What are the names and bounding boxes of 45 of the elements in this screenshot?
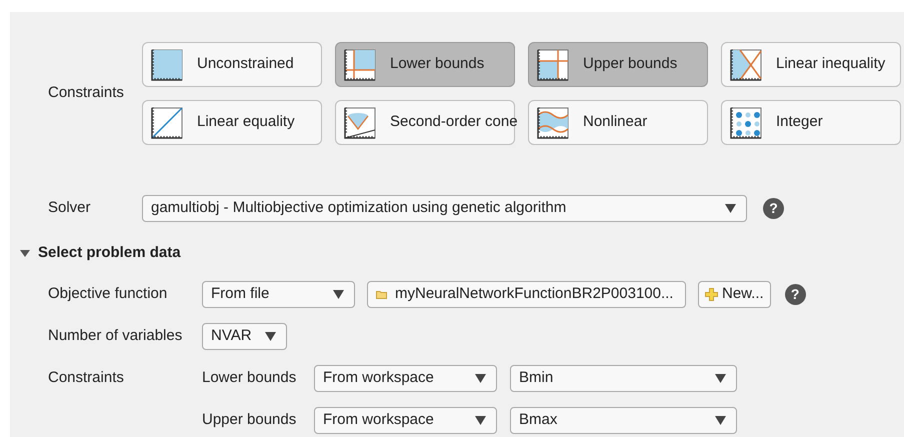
inequality-constraint-icon [730,48,762,80]
caret-icon [475,374,486,382]
cone-constraint-icon [344,106,376,138]
source-dropdown[interactable]: From workspace [314,406,497,434]
source-dropdown[interactable]: From workspace [314,364,497,392]
lower-constraint-icon [344,48,376,80]
source-dropdown[interactable]: From file [202,280,355,308]
help-icon[interactable]: ? [763,198,784,219]
objective-label: Objective function [48,284,168,304]
unconstrained-constraint-icon [151,48,183,80]
expand-icon[interactable] [20,250,30,257]
constraint-button[interactable]: Upper bounds [528,42,708,87]
constraints-label: Constraints [48,368,125,388]
caret-icon [333,290,344,298]
folder-icon [376,290,387,298]
caret-icon [725,204,736,213]
help-icon[interactable]: ? [784,284,806,304]
constraint-button[interactable]: Linear inequality [721,42,901,87]
file-field[interactable]: myNeuralNetworkFunctionBR2P003100... [367,280,686,308]
solver-dropdown[interactable]: gamultiobj - Multiobjective optimization using genetic algorithm [142,195,747,222]
equality-constraint-icon [151,106,183,138]
constraint-button[interactable]: Integer [721,100,901,145]
section-title[interactable]: Select problem data [38,242,181,264]
constraint-button[interactable]: Lower bounds [335,42,515,87]
caret-icon [715,374,726,382]
new-button[interactable]: New... [698,280,771,308]
plus-icon [705,288,718,300]
variable-dropdown[interactable]: Bmax [510,406,737,434]
caret-icon [475,416,486,424]
integer-constraint-icon [730,106,762,138]
upper-constraint-icon [537,48,569,80]
caret-icon [715,416,726,424]
bound-label: Upper bounds [202,410,298,430]
bound-label: Lower bounds [202,368,298,388]
constraint-button[interactable]: Nonlinear [528,100,708,145]
caret-icon [265,332,276,340]
constraints-label: Constraints [48,83,125,104]
constraint-button[interactable]: Second-order cone [335,100,515,145]
variables-dropdown[interactable]: NVAR [202,322,287,350]
solver-label: Solver [48,198,92,218]
nonlinear-constraint-icon [537,106,569,138]
variable-dropdown[interactable]: Bmin [510,364,737,392]
variables-label: Number of variables [48,326,184,346]
constraint-button[interactable]: Linear equality [142,100,322,145]
constraint-button[interactable]: Unconstrained [142,42,322,87]
